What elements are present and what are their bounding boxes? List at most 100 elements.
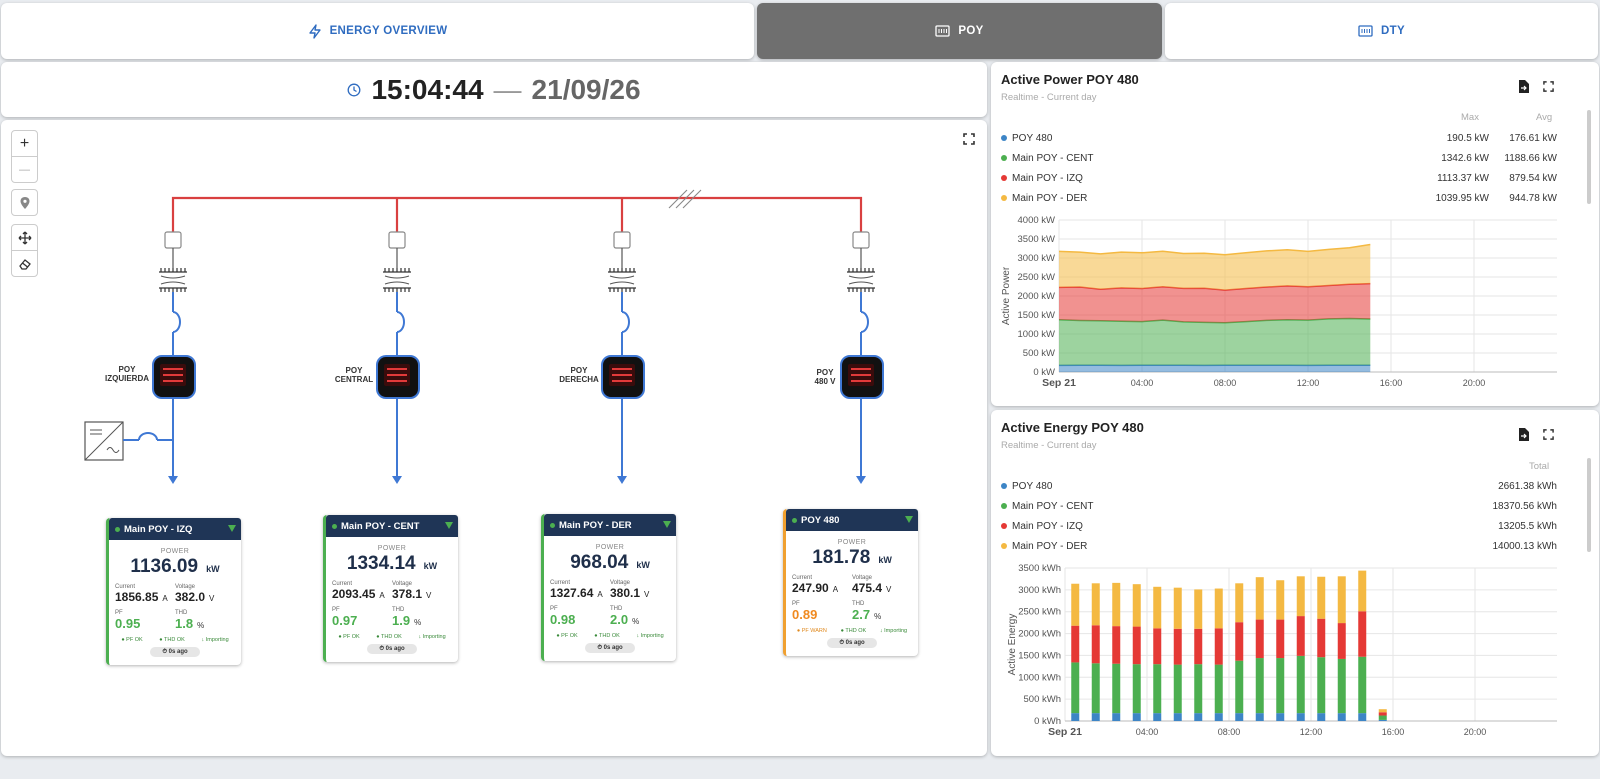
zoom-in-button[interactable]: + (11, 130, 38, 157)
bar-2-7 (1214, 628, 1223, 665)
last-update-badge: ⏱ 0s ago (150, 647, 200, 657)
tab-poy[interactable]: POY (757, 3, 1162, 59)
y-tick-label: 4000 kW (1018, 215, 1056, 226)
status-row: ● PF OK ● THD OK ↓ Importing (556, 633, 664, 639)
bar-0-15 (1378, 719, 1387, 721)
inverter-branch (84, 421, 173, 461)
eraser-button[interactable] (11, 250, 38, 277)
bar-0-8 (1235, 713, 1244, 721)
bar-1-12 (1317, 657, 1326, 714)
busbar (171, 196, 863, 238)
thd-value: 2.0% (610, 612, 640, 627)
current-value: 247.90 A (792, 581, 839, 595)
y-axis-label: Active Power (1001, 266, 1012, 325)
card-header: Main POY - CENT (326, 515, 458, 537)
card-header: POY 480 (786, 509, 918, 531)
status-row: ● PF OK ● THD OK ↓ Importing (338, 634, 446, 640)
y-tick-label: 500 kWh (1024, 694, 1062, 705)
bar-2-1 (1091, 625, 1100, 664)
bar-3-10 (1276, 580, 1285, 620)
locate-button[interactable] (11, 189, 38, 216)
feeder-name: POY IZQUIERDA (105, 365, 149, 383)
y-tick-label: 3500 kWh (1018, 563, 1061, 574)
bar-3-6 (1194, 589, 1203, 629)
move-arrows-icon (18, 231, 31, 244)
meter-card[interactable]: Main POY - IZQ POWER 1136.09 kW Current 18… (106, 518, 241, 665)
tab-label: ENERGY OVERVIEW (329, 25, 448, 37)
fullscreen-icon (963, 133, 975, 145)
x-tick-label: 12:00 (1300, 727, 1323, 737)
pf-value: 0.98 (550, 612, 576, 627)
clock-separator: — (493, 73, 522, 105)
x-tick-label: 20:00 (1464, 727, 1487, 737)
bar-1-7 (1214, 664, 1223, 714)
bar-3-5 (1173, 587, 1182, 629)
zoom-out-button[interactable]: — (11, 156, 38, 183)
active-power-chart[interactable]: 0 kW500 kW1000 kW1500 kW2000 kW2500 kW30… (991, 62, 1599, 406)
status-dot (792, 517, 797, 523)
feeder-name: POY CENTRAL (334, 366, 374, 384)
tab-label: POY (958, 25, 984, 37)
area-series-3 (1059, 244, 1371, 291)
status-dot (332, 523, 337, 529)
y-tick-label: 3500 kW (1018, 234, 1056, 245)
bar-1-10 (1276, 658, 1285, 714)
bar-3-0 (1071, 583, 1080, 626)
pf-value: 0.95 (115, 616, 141, 631)
fullscreen-button[interactable] (963, 132, 975, 150)
card-header: Main POY - IZQ (109, 518, 241, 540)
bar-1-9 (1255, 658, 1264, 714)
x-tick-label: 04:00 (1136, 727, 1159, 737)
tab-energy-overview[interactable]: ENERGY OVERVIEW (1, 3, 754, 59)
bar-0-5 (1173, 713, 1182, 721)
bar-0-2 (1112, 713, 1121, 721)
y-tick-label: 1000 kWh (1018, 672, 1061, 683)
pan-button[interactable] (11, 224, 38, 251)
tab-label: DTY (1381, 25, 1405, 37)
bar-3-7 (1214, 588, 1223, 629)
meter-card[interactable]: Main POY - CENT POWER 1334.14 kW Current 2… (323, 515, 458, 662)
current-value: 1327.64 A (550, 586, 603, 600)
y-tick-label: 1500 kWh (1018, 650, 1061, 661)
y-tick-label: 3000 kWh (1018, 585, 1061, 596)
bar-2-11 (1296, 616, 1305, 656)
feeder-1 (152, 231, 196, 484)
last-update-badge: ⏱ 0s ago (827, 638, 877, 648)
trend-down-icon (445, 522, 453, 529)
bar-3-2 (1112, 582, 1121, 627)
thd-value: 1.8% (175, 616, 205, 631)
y-tick-label: 3000 kW (1018, 253, 1056, 264)
meter-card[interactable]: Main POY - DER POWER 968.04 kW Current 132… (541, 514, 676, 661)
active-energy-chart[interactable]: 0 kWh500 kWh1000 kWh1500 kWh2000 kWh2500… (991, 410, 1599, 756)
last-update-badge: ⏱ 0s ago (367, 644, 417, 654)
bar-0-10 (1276, 713, 1285, 721)
bar-0-14 (1358, 713, 1367, 721)
y-tick-label: 2500 kWh (1018, 607, 1061, 618)
power-label: POWER (377, 545, 407, 552)
tab-dty[interactable]: DTY (1165, 3, 1598, 59)
bar-2-5 (1173, 628, 1182, 665)
bar-1-0 (1071, 662, 1080, 714)
meter-card[interactable]: POY 480 POWER 181.78 kW Current 247.90 A Vo… (783, 509, 918, 656)
active-power-chart-panel: Active Power POY 480 Realtime - Current … (991, 62, 1599, 406)
x-tick-label: Sep 21 (1042, 377, 1076, 389)
x-tick-label: 04:00 (1131, 378, 1154, 388)
card-title: POY 480 (801, 514, 840, 526)
bar-1-15 (1378, 715, 1387, 720)
clock-icon (348, 83, 361, 96)
x-tick-label: 16:00 (1382, 727, 1405, 737)
bar-1-14 (1358, 656, 1367, 714)
area-series-1 (1059, 318, 1371, 366)
trend-down-icon (905, 516, 913, 523)
bar-3-12 (1317, 576, 1326, 619)
bar-2-12 (1317, 618, 1326, 658)
clock-panel: 15:04:44 — 21/09/26 (1, 62, 987, 117)
card-title: Main POY - IZQ (124, 523, 193, 535)
bar-2-9 (1255, 619, 1264, 659)
thd-value: 2.7% (852, 607, 882, 622)
current-value: 2093.45 A (332, 587, 385, 601)
bar-3-9 (1255, 577, 1264, 620)
feeder-name: POY 480 V (814, 368, 836, 386)
card-title: Main POY - DER (559, 519, 632, 531)
area-series-0 (1059, 365, 1371, 372)
